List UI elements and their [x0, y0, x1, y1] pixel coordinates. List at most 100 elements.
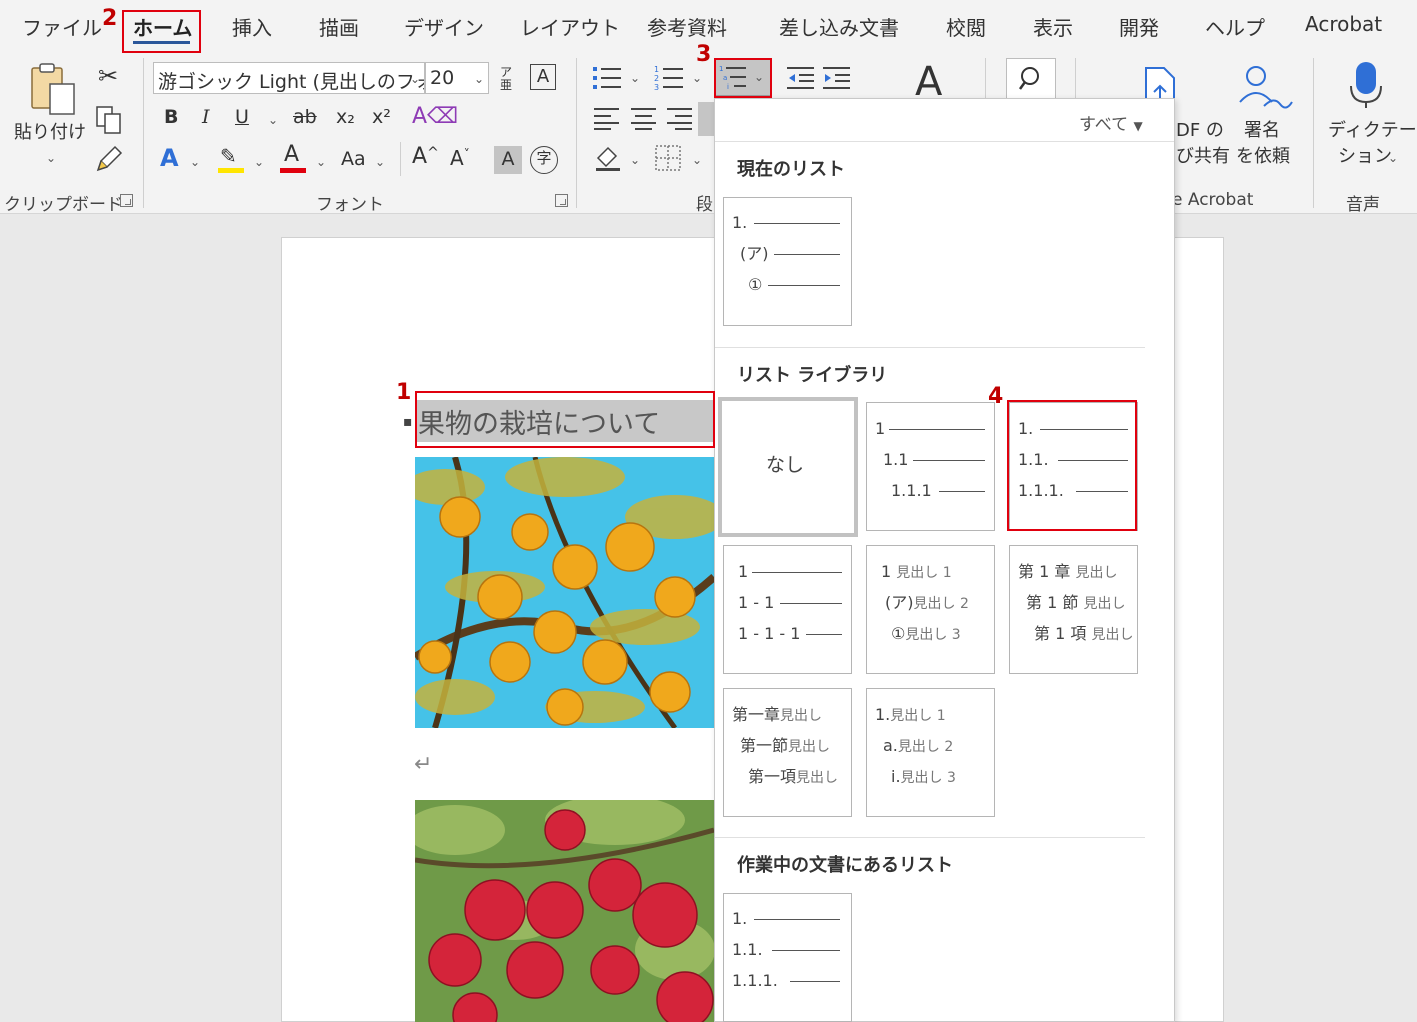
paste-label: 貼り付け [14, 122, 86, 143]
request-signature-icon[interactable] [1234, 62, 1294, 112]
character-border-icon[interactable]: A [530, 64, 556, 90]
annotation-number-3: 3 [696, 42, 712, 67]
chevron-down-icon[interactable]: ⌄ [375, 156, 385, 168]
request-signature-label-2: を依頼 [1236, 146, 1290, 167]
strikethrough-button[interactable]: ab [293, 108, 317, 127]
section-document-lists: 作業中の文書にあるリスト [737, 855, 953, 876]
level-3-number: 1.1.1. [732, 971, 778, 990]
tab-insert[interactable]: 挿入 [232, 12, 272, 41]
font-launcher-icon[interactable] [555, 194, 568, 207]
annotation-box-multilevel-button [714, 58, 772, 98]
grow-font-icon[interactable]: A^ [412, 146, 439, 168]
none-label: なし [766, 454, 805, 476]
tab-layout[interactable]: レイアウト [520, 12, 620, 41]
chevron-down-icon[interactable]: ⌄ [254, 156, 264, 168]
tab-design[interactable]: デザイン [404, 12, 484, 41]
cut-icon[interactable]: ✂ [98, 64, 118, 88]
list-library-tile-7[interactable]: 1.見出し 1 a.見出し 2 i.見出し 3 [866, 688, 995, 817]
subscript-button[interactable]: x₂ [336, 108, 355, 127]
bullets-icon[interactable] [592, 64, 622, 92]
find-button[interactable] [1006, 58, 1056, 100]
superscript-button[interactable]: x² [372, 108, 391, 127]
level-1-line: 第 1 章 見出し [1018, 562, 1118, 581]
paste-icon [31, 63, 75, 115]
increase-indent-icon[interactable] [823, 65, 851, 91]
paragraph-group-label: 段 [696, 195, 713, 215]
level-2-number: 1.1 [883, 450, 909, 469]
phonetic-guide-icon[interactable]: ア亜 [500, 65, 512, 92]
bold-button[interactable]: B [164, 108, 178, 127]
clear-formatting-icon[interactable]: A⌫ [412, 106, 458, 128]
borders-icon[interactable] [654, 144, 682, 172]
apple-tree-image [415, 800, 714, 1022]
tab-view[interactable]: 表示 [1033, 12, 1073, 41]
change-case-button[interactable]: Aa [341, 150, 366, 169]
shading-icon[interactable] [594, 144, 622, 172]
font-size-value: 20 [430, 67, 455, 89]
tab-acrobat[interactable]: Acrobat [1305, 12, 1382, 36]
tab-review[interactable]: 校閲 [946, 12, 986, 41]
list-library-tile-3[interactable]: 1 1 - 1 1 - 1 - 1 [723, 545, 852, 674]
font-color-icon[interactable]: A [280, 144, 306, 174]
align-center-icon[interactable] [631, 106, 657, 130]
document-list-tile[interactable]: 1. 1.1. 1.1.1. [723, 893, 852, 1022]
list-none-tile[interactable]: なし [718, 397, 858, 537]
microphone-icon[interactable] [1348, 60, 1384, 110]
shrink-font-icon[interactable]: A˅ [450, 148, 470, 168]
divider [400, 142, 401, 176]
tab-references[interactable]: 参考資料 [647, 12, 727, 41]
chevron-down-icon[interactable]: ⌄ [630, 154, 640, 166]
share-pdf-label-2: び共有 [1176, 146, 1230, 167]
group-divider [576, 58, 577, 208]
paragraph-mark: ↵ [414, 752, 433, 777]
font-name-combo[interactable]: 游ゴシック Light (見出しのフォ ⌄ [153, 62, 425, 94]
level-2-number: 1.1. [732, 940, 763, 959]
tab-mailings[interactable]: 差し込み文書 [779, 12, 899, 41]
font-size-combo[interactable]: 20 ⌄ [425, 62, 489, 94]
level-2-line: (ア)見出し 2 [885, 593, 969, 612]
italic-button[interactable]: I [202, 108, 210, 127]
group-divider [143, 58, 144, 208]
level-3-number: 1.1.1 [891, 481, 932, 500]
align-right-icon[interactable] [667, 106, 693, 130]
tab-developer[interactable]: 開発 [1119, 12, 1159, 41]
font-name-value: 游ゴシック Light (見出しのフォ [158, 71, 425, 93]
justify-button[interactable] [698, 102, 714, 136]
chevron-down-icon[interactable]: ⌄ [190, 156, 200, 168]
tab-file[interactable]: ファイル [22, 12, 102, 41]
decrease-indent-icon[interactable] [787, 65, 815, 91]
chevron-down-icon[interactable]: ⌄ [630, 72, 640, 84]
chevron-down-icon[interactable]: ⌄ [316, 156, 326, 168]
text-effects-icon[interactable]: A [160, 146, 179, 170]
list-library-tile-6[interactable]: 第一章見出し 第一節見出し 第一項見出し [723, 688, 852, 817]
align-left-icon[interactable] [594, 106, 620, 130]
list-library-tile-1[interactable]: 1 1.1 1.1.1 [866, 402, 995, 531]
list-library-tile-5[interactable]: 第 1 章 見出し 第 1 節 見出し 第 1 項 見出し [1009, 545, 1138, 674]
level-2-line: 第一節見出し [740, 736, 831, 755]
level-1-line: 1.見出し 1 [875, 705, 946, 724]
tab-help[interactable]: ヘルプ [1205, 12, 1265, 41]
highlight-color-icon[interactable]: ✎ [218, 146, 244, 173]
chevron-down-icon[interactable]: ⌄ [692, 72, 702, 84]
annotation-box-list-option [1007, 400, 1137, 531]
character-shading-icon[interactable]: A [494, 146, 522, 174]
chevron-down-icon[interactable]: ⌄ [692, 154, 702, 166]
chevron-down-icon[interactable]: ⌄ [1388, 152, 1398, 164]
styles-icon[interactable]: A [915, 62, 942, 102]
list-library-tile-4[interactable]: 1 見出し 1 (ア)見出し 2 ①見出し 3 [866, 545, 995, 674]
copy-icon[interactable] [95, 105, 123, 135]
underline-button[interactable]: U [235, 108, 249, 127]
format-painter-icon[interactable] [95, 143, 125, 173]
current-list-tile[interactable]: 1. (ア) ① [723, 197, 852, 326]
clipboard-launcher-icon[interactable] [120, 194, 133, 207]
chevron-down-icon[interactable]: ⌄ [268, 114, 278, 126]
acrobat-group-label: e Acrobat [1172, 190, 1254, 210]
tab-draw[interactable]: 描画 [319, 12, 359, 41]
filter-dropdown[interactable]: すべて ▼ [1079, 110, 1143, 135]
paste-button[interactable]: 貼り付け ⌄ [10, 60, 90, 175]
annotation-box-home-tab [122, 10, 201, 53]
numbering-icon[interactable]: 1 2 3 [654, 64, 684, 92]
level-1-number: 1. [732, 213, 748, 232]
enclose-character-icon[interactable]: 字 [530, 146, 558, 174]
level-1-number: 1 [738, 562, 749, 581]
